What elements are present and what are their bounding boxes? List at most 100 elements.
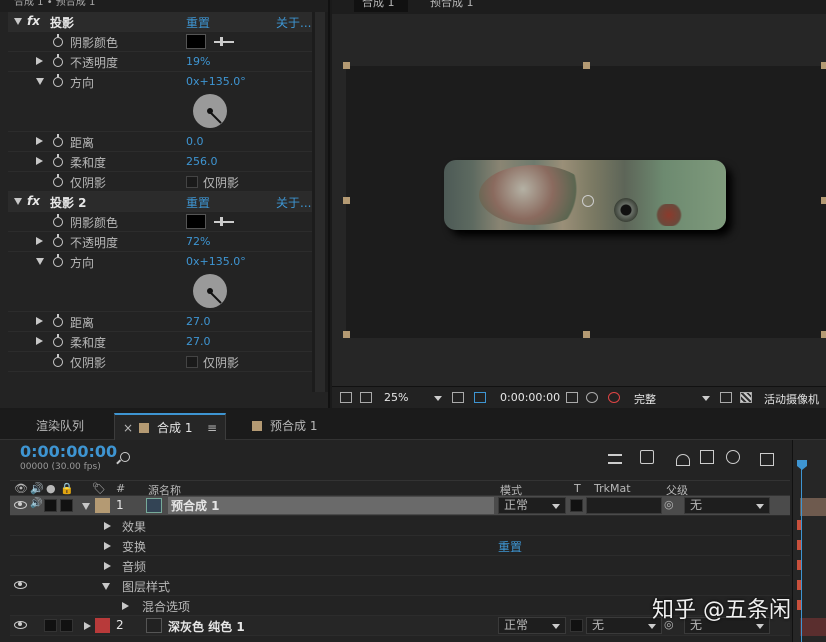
label-color[interactable] — [95, 498, 110, 513]
reset-link[interactable]: 重置 — [186, 194, 210, 211]
stopwatch-icon[interactable] — [53, 154, 63, 167]
eye-icon[interactable] — [14, 621, 27, 629]
expand-triangle-icon[interactable] — [104, 522, 111, 530]
pick-whip-icon[interactable]: ◎ — [664, 498, 674, 511]
shy-layers-icon[interactable] — [676, 454, 690, 466]
expand-triangle-icon[interactable] — [122, 602, 129, 610]
expand-triangle-icon[interactable] — [104, 542, 111, 550]
draft-3d-icon[interactable] — [640, 450, 654, 464]
angle-dial[interactable] — [193, 94, 227, 128]
property-row-transform[interactable]: 变换 重置 — [10, 536, 790, 556]
collapse-triangle-icon[interactable] — [14, 18, 22, 25]
reset-link[interactable]: 重置 — [186, 14, 210, 31]
transform-handle[interactable] — [343, 197, 350, 204]
close-icon[interactable]: × — [123, 415, 133, 442]
safe-areas-icon[interactable] — [452, 392, 464, 403]
eye-column-icon[interactable]: 👁 — [14, 482, 28, 495]
eyedropper-icon[interactable] — [214, 217, 234, 226]
mode-dropdown[interactable]: 正常 — [498, 617, 566, 634]
panel-menu-icon[interactable]: ≡ — [207, 415, 217, 442]
fx-icon[interactable]: fx — [27, 194, 40, 208]
trkmat-dropdown[interactable]: 无 — [586, 617, 662, 634]
distance-value[interactable]: 0.0 — [186, 135, 204, 148]
breadcrumb-precomp1[interactable]: 预合成 1 — [430, 0, 474, 8]
playhead[interactable] — [797, 448, 807, 642]
region-of-interest-icon[interactable] — [720, 392, 732, 403]
softness-value[interactable]: 27.0 — [186, 335, 211, 348]
layer-name[interactable]: 深灰色 纯色 1 — [168, 618, 245, 635]
color-channel-icon[interactable] — [608, 392, 620, 403]
tab-render-queue[interactable]: 渲染队列 — [36, 413, 84, 440]
about-link[interactable]: 关于... — [276, 194, 311, 211]
direction-value[interactable]: 0x+135.0° — [186, 255, 246, 268]
stopwatch-icon[interactable] — [53, 314, 63, 327]
camera-dropdown[interactable]: 活动摄像机 — [764, 391, 819, 407]
expand-triangle-icon[interactable] — [36, 237, 43, 245]
stopwatch-icon[interactable] — [53, 34, 63, 47]
eye-icon[interactable] — [14, 581, 27, 589]
transform-reset-link[interactable]: 重置 — [498, 538, 522, 555]
expand-triangle-icon[interactable] — [36, 137, 43, 145]
breadcrumb-comp1[interactable]: 合成 1 — [354, 0, 408, 12]
motion-blur-icon[interactable] — [726, 450, 740, 464]
layer-name[interactable]: 预合成 1 — [168, 497, 494, 514]
column-t[interactable]: T — [574, 482, 581, 495]
collapse-triangle-icon[interactable] — [82, 503, 90, 510]
preserve-transparency-toggle[interactable] — [570, 619, 583, 632]
chevron-down-icon[interactable] — [434, 396, 442, 401]
transform-handle[interactable] — [583, 62, 590, 69]
distance-value[interactable]: 27.0 — [186, 315, 211, 328]
eyedropper-icon[interactable] — [214, 37, 234, 46]
label-column-icon[interactable]: 🏷 — [92, 482, 106, 495]
lock-column-icon[interactable]: 🔒 — [60, 482, 74, 495]
collapse-triangle-icon[interactable] — [36, 258, 44, 265]
audio-icon[interactable]: 🔊 — [30, 498, 42, 509]
shadow-only-checkbox[interactable] — [186, 356, 198, 368]
expand-triangle-icon[interactable] — [36, 317, 43, 325]
show-channel-icon[interactable] — [586, 392, 598, 403]
solo-toggle[interactable] — [44, 499, 57, 512]
graph-editor-icon[interactable] — [760, 453, 774, 466]
transform-handle[interactable] — [343, 331, 350, 338]
search-icon[interactable] — [120, 452, 130, 462]
stopwatch-icon[interactable] — [53, 174, 63, 187]
transform-handle[interactable] — [583, 331, 590, 338]
transform-handle[interactable] — [821, 62, 826, 69]
always-preview-icon[interactable] — [340, 392, 352, 403]
expand-triangle-icon[interactable] — [84, 622, 91, 630]
expand-triangle-icon[interactable] — [36, 57, 43, 65]
stopwatch-icon[interactable] — [53, 134, 63, 147]
preserve-transparency-toggle[interactable] — [570, 499, 583, 512]
angle-dial[interactable] — [193, 274, 227, 308]
tab-comp1[interactable]: × 合成 1 ≡ — [114, 413, 226, 440]
trkmat-dropdown[interactable] — [586, 497, 662, 514]
shadow-only-checkbox[interactable] — [186, 176, 198, 188]
camera-icon[interactable] — [566, 392, 578, 403]
mask-visibility-icon[interactable] — [474, 392, 486, 403]
transform-handle[interactable] — [821, 331, 826, 338]
direction-value[interactable]: 0x+135.0° — [186, 75, 246, 88]
layer-row[interactable]: 🔊 1 预合成 1 正常 ◎ 无 — [10, 496, 790, 516]
opacity-value[interactable]: 72% — [186, 235, 210, 248]
timeline-timecode[interactable]: 0:00:00:00 — [20, 442, 117, 461]
transform-handle[interactable] — [343, 62, 350, 69]
stopwatch-icon[interactable] — [53, 54, 63, 67]
effect-header-drop-shadow-2[interactable]: fx 投影 2 重置 关于... — [8, 192, 312, 212]
stopwatch-icon[interactable] — [53, 254, 63, 267]
current-time[interactable]: 0:00:00:00 — [500, 391, 560, 404]
zoom-dropdown[interactable]: 25% — [384, 391, 408, 404]
softness-value[interactable]: 256.0 — [186, 155, 218, 168]
expand-triangle-icon[interactable] — [36, 157, 43, 165]
property-row-effects[interactable]: 效果 — [10, 516, 790, 536]
effect-header-drop-shadow-1[interactable]: fx 投影 重置 关于... — [8, 12, 312, 32]
resolution-dropdown[interactable]: 完整 — [634, 391, 656, 407]
about-link[interactable]: 关于... — [276, 14, 311, 31]
solo-toggle[interactable] — [44, 619, 57, 632]
collapse-triangle-icon[interactable] — [102, 583, 110, 590]
lock-toggle[interactable] — [60, 499, 73, 512]
frame-blending-icon[interactable] — [700, 450, 714, 464]
label-color[interactable] — [95, 618, 110, 633]
solo-column-icon[interactable]: ● — [46, 482, 56, 495]
color-swatch[interactable] — [186, 214, 206, 229]
stopwatch-icon[interactable] — [53, 214, 63, 227]
